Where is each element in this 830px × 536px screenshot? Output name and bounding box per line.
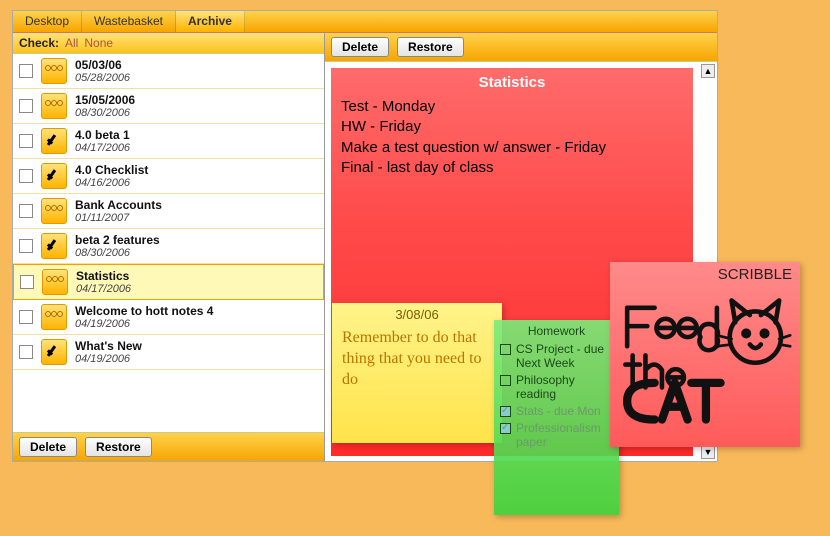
tab-desktop[interactable]: Desktop xyxy=(13,11,82,32)
checklist-item[interactable]: CS Project - due Next Week xyxy=(500,342,613,370)
list-item-date: 04/17/2006 xyxy=(76,283,131,295)
note-icon xyxy=(41,58,67,84)
list-item-date: 05/28/2006 xyxy=(75,72,130,84)
list-item-checkbox[interactable] xyxy=(19,64,33,78)
checklist-item[interactable]: Stats - due Mon xyxy=(500,404,613,418)
preview-line: Final - last day of class xyxy=(341,158,683,178)
preview-title: Statistics xyxy=(341,74,683,91)
list-item-title: Statistics xyxy=(76,269,131,283)
preview-line: HW - Friday xyxy=(341,117,683,137)
delete-button-right[interactable]: Delete xyxy=(331,37,389,57)
tab-wastebasket[interactable]: Wastebasket xyxy=(82,11,176,32)
note-list[interactable]: 05/03/0605/28/200615/05/200608/30/20064.… xyxy=(13,54,324,432)
scroll-down-icon[interactable]: ▼ xyxy=(701,445,715,459)
checklist-item-label: CS Project - due Next Week xyxy=(516,342,613,370)
list-item-checkbox[interactable] xyxy=(19,345,33,359)
list-item-date: 08/30/2006 xyxy=(75,247,160,259)
checkbox-icon[interactable] xyxy=(500,406,511,417)
list-item[interactable]: 15/05/200608/30/2006 xyxy=(13,89,324,124)
right-toolbar: Delete Restore xyxy=(325,33,717,62)
list-item-title: 05/03/06 xyxy=(75,58,130,72)
list-item-checkbox[interactable] xyxy=(19,99,33,113)
note-icon xyxy=(41,93,67,119)
sticky-note-green[interactable]: Homework CS Project - due Next Week Philo… xyxy=(494,320,619,515)
tab-bar: Desktop Wastebasket Archive xyxy=(13,11,717,33)
delete-button[interactable]: Delete xyxy=(19,437,77,457)
list-item-title: 15/05/2006 xyxy=(75,93,135,107)
list-item-checkbox[interactable] xyxy=(19,134,33,148)
list-item-title: 4.0 beta 1 xyxy=(75,128,130,142)
sticky-note-yellow[interactable]: 3/08/06 Remember to do that thing that y… xyxy=(332,303,502,443)
list-item[interactable]: Welcome to hott notes 404/19/2006 xyxy=(13,300,324,335)
sticky-title: Homework xyxy=(500,324,613,338)
list-item-title: Bank Accounts xyxy=(75,198,162,212)
sticky-note-scribble[interactable]: SCRIBBLE xyxy=(610,262,800,447)
checklist-item-label: Philosophy reading xyxy=(516,373,613,401)
list-item[interactable]: 4.0 beta 104/17/2006 xyxy=(13,124,324,159)
check-label: Check: xyxy=(19,36,59,50)
tab-archive[interactable]: Archive xyxy=(176,11,245,32)
list-item-title: beta 2 features xyxy=(75,233,160,247)
checkbox-icon[interactable] xyxy=(500,423,511,434)
list-item-date: 04/19/2006 xyxy=(75,318,213,330)
list-item[interactable]: Statistics04/17/2006 xyxy=(13,264,324,300)
list-item-checkbox[interactable] xyxy=(19,239,33,253)
sticky-body: Remember to do that thing that you need … xyxy=(342,328,492,390)
checklist-icon xyxy=(41,163,67,189)
checklist-item[interactable]: Philosophy reading xyxy=(500,373,613,401)
check-bar: Check: All None xyxy=(13,33,324,54)
checklist-item[interactable]: Professionalism paper xyxy=(500,421,613,449)
list-item-date: 04/19/2006 xyxy=(75,353,142,365)
list-item-checkbox[interactable] xyxy=(19,169,33,183)
checkbox-icon[interactable] xyxy=(500,375,511,386)
list-item-date: 04/17/2006 xyxy=(75,142,130,154)
sticky-title: SCRIBBLE xyxy=(618,266,792,283)
note-icon xyxy=(41,198,67,224)
scroll-up-icon[interactable]: ▲ xyxy=(701,64,715,78)
list-item-checkbox[interactable] xyxy=(20,275,34,289)
list-item-checkbox[interactable] xyxy=(19,204,33,218)
preview-line: Test - Monday xyxy=(341,97,683,117)
list-item-date: 04/16/2006 xyxy=(75,177,148,189)
list-item[interactable]: 4.0 Checklist04/16/2006 xyxy=(13,159,324,194)
list-item[interactable]: Bank Accounts01/11/2007 xyxy=(13,194,324,229)
list-item-title: Welcome to hott notes 4 xyxy=(75,304,213,318)
checklist-item-label: Stats - due Mon xyxy=(516,404,601,418)
list-pane: Check: All None 05/03/0605/28/200615/05/… xyxy=(13,33,325,461)
list-item[interactable]: What's New04/19/2006 xyxy=(13,335,324,370)
note-icon xyxy=(42,269,68,295)
checklist-item-label: Professionalism paper xyxy=(516,421,613,449)
list-item[interactable]: 05/03/0605/28/2006 xyxy=(13,54,324,89)
checklist-icon xyxy=(41,128,67,154)
note-icon xyxy=(41,304,67,330)
list-item-title: 4.0 Checklist xyxy=(75,163,148,177)
restore-button[interactable]: Restore xyxy=(85,437,152,457)
list-item-title: What's New xyxy=(75,339,142,353)
scribble-drawing xyxy=(618,285,792,435)
restore-button-right[interactable]: Restore xyxy=(397,37,464,57)
checkbox-icon[interactable] xyxy=(500,344,511,355)
check-none-link[interactable]: None xyxy=(84,36,113,50)
list-item-date: 01/11/2007 xyxy=(75,212,162,224)
checklist-icon xyxy=(41,233,67,259)
list-item-date: 08/30/2006 xyxy=(75,107,135,119)
list-item[interactable]: beta 2 features08/30/2006 xyxy=(13,229,324,264)
left-toolbar: Delete Restore xyxy=(13,432,324,461)
checklist-icon xyxy=(41,339,67,365)
preview-line: Make a test question w/ answer - Friday xyxy=(341,138,683,158)
sticky-title: 3/08/06 xyxy=(342,307,492,322)
list-item-checkbox[interactable] xyxy=(19,310,33,324)
check-all-link[interactable]: All xyxy=(65,36,78,50)
